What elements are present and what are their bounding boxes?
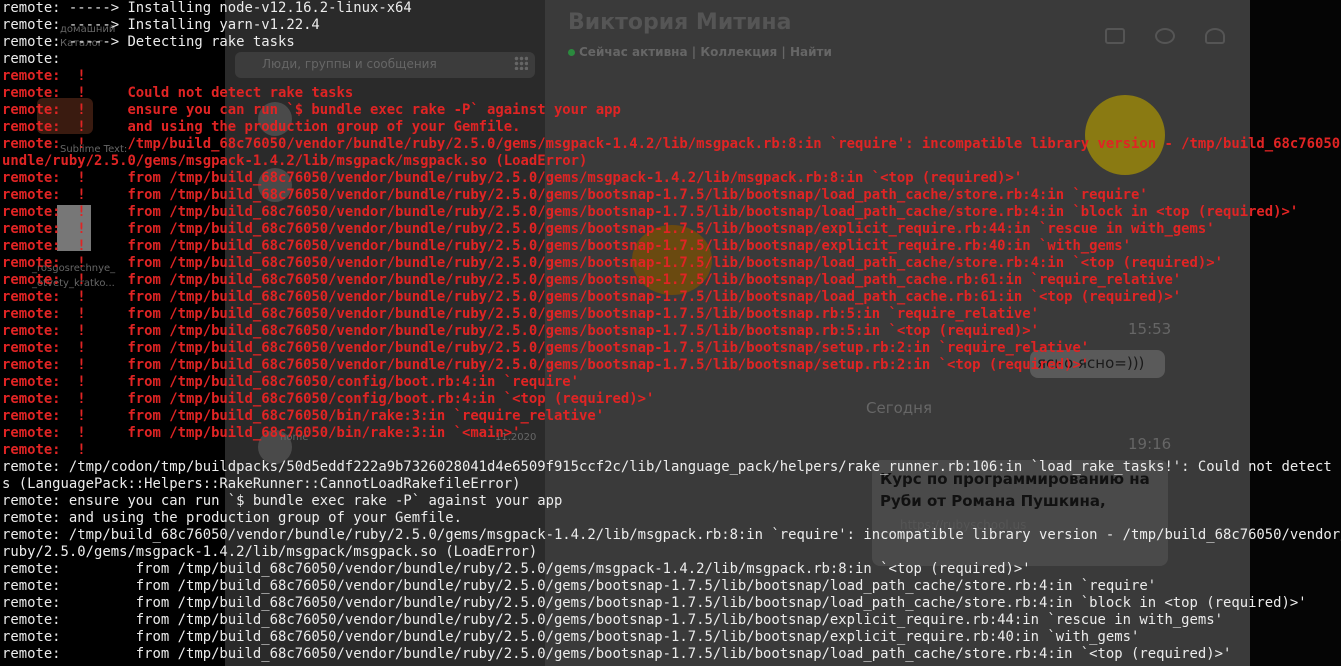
terminal-line: remote: ! from /tmp/build_68c76050/vendo… <box>2 340 1090 356</box>
terminal-line: remote: ! from /tmp/build_68c76050/confi… <box>2 374 580 390</box>
terminal-line: remote: ! from /tmp/build_68c76050/vendo… <box>2 187 1148 203</box>
terminal-line: remote: ! from /tmp/build_68c76050/vendo… <box>2 221 1215 237</box>
terminal-line: remote: ! from /tmp/build_68c76050/vendo… <box>2 255 1223 271</box>
terminal-line: remote: from /tmp/build_68c76050/vendor/… <box>2 629 1140 645</box>
terminal-line: remote: ! ensure you can run `$ bundle e… <box>2 102 621 118</box>
terminal-line: remote: ! <box>2 68 86 84</box>
terminal-line: undle/ruby/2.5.0/gems/msgpack-1.4.2/lib/… <box>2 153 588 169</box>
terminal-line: remote: -----> Installing yarn-v1.22.4 <box>2 17 320 33</box>
terminal-output[interactable]: remote: -----> Installing node-v12.16.2-… <box>0 0 1341 666</box>
terminal-line: remote: from /tmp/build_68c76050/vendor/… <box>2 612 1223 628</box>
terminal-line: remote: -----> Installing node-v12.16.2-… <box>2 0 412 16</box>
terminal-line: remote: and using the production group o… <box>2 510 462 526</box>
terminal-line: remote: ! and using the production group… <box>2 119 521 135</box>
terminal-line: remote: from /tmp/build_68c76050/vendor/… <box>2 646 1232 662</box>
terminal-line: remote: from /tmp/build_68c76050/vendor/… <box>2 595 1307 611</box>
terminal-line: remote: ! from /tmp/build_68c76050/bin/r… <box>2 425 521 441</box>
terminal-line: remote: ! from /tmp/build_68c76050/vendo… <box>2 170 1023 186</box>
terminal-line: remote: ensure you can run `$ bundle exe… <box>2 493 563 509</box>
terminal-line: remote: ! from /tmp/build_68c76050/vendo… <box>2 306 1039 322</box>
terminal-line: remote: /tmp/codon/tmp/buildpacks/50d5ed… <box>2 459 1341 475</box>
terminal-line: remote: ! from /tmp/build_68c76050/vendo… <box>2 204 1299 220</box>
terminal-line: remote: ! Could not detect rake tasks <box>2 85 354 101</box>
terminal-line: s (LanguagePack::Helpers::RakeRunner::Ca… <box>2 476 521 492</box>
terminal-line: remote: ! from /tmp/build_68c76050/vendo… <box>2 323 1039 339</box>
terminal-line: remote: ! from /tmp/build_68c76050/vendo… <box>2 357 1090 373</box>
terminal-line: remote: ! from /tmp/build_68c76050/vendo… <box>2 272 1182 288</box>
terminal-line: remote: ! from /tmp/build_68c76050/bin/r… <box>2 408 605 424</box>
terminal-line: ruby/2.5.0/gems/msgpack-1.4.2/lib/msgpac… <box>2 544 538 560</box>
terminal-line: remote: /tmp/build_68c76050/vendor/bundl… <box>2 527 1341 543</box>
terminal-line: remote: ! from /tmp/build_68c76050/vendo… <box>2 289 1182 305</box>
terminal-line: remote: from /tmp/build_68c76050/vendor/… <box>2 561 1031 577</box>
terminal-line: remote: from /tmp/build_68c76050/vendor/… <box>2 578 1157 594</box>
terminal-line: remote: ! <box>2 442 86 458</box>
terminal-line: remote: ! /tmp/build_68c76050/vendor/bun… <box>2 136 1341 152</box>
terminal-line: remote: <box>2 51 61 67</box>
terminal-line: remote: -----> Detecting rake tasks <box>2 34 295 50</box>
terminal-line: remote: ! from /tmp/build_68c76050/confi… <box>2 391 655 407</box>
terminal-line: remote: ! from /tmp/build_68c76050/vendo… <box>2 238 1131 254</box>
